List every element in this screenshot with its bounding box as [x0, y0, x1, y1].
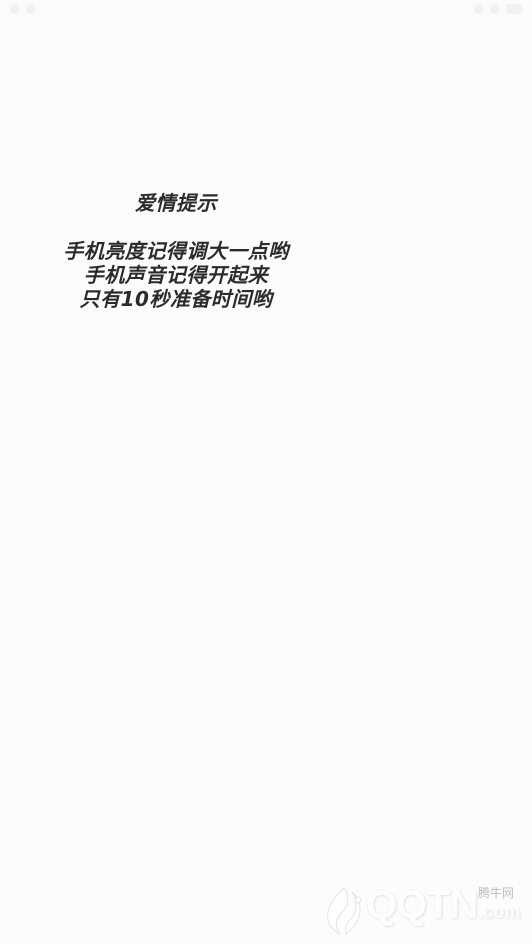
status-dot-icon [26, 4, 36, 14]
tip-line: 手机亮度记得调大一点哟 [63, 239, 289, 263]
tip-line: 只有10秒准备时间哟 [79, 287, 273, 311]
status-dot-icon [10, 4, 20, 14]
status-bar [0, 0, 532, 18]
signal-icon [474, 4, 484, 14]
tip-title: 爱情提示 [135, 191, 217, 215]
tip-line: 手机声音记得开起来 [83, 263, 269, 287]
tip-block: 爱情提示 手机亮度记得调大一点哟 手机声音记得开起来 只有10秒准备时间哟 [60, 191, 292, 311]
status-right-icons [474, 4, 522, 14]
watermark-logo-suffix: .com [478, 902, 521, 922]
watermark-logo-text: QQTN.com [366, 885, 521, 932]
watermark: 腾牛网 QQTN.com [314, 882, 524, 938]
wifi-icon [490, 4, 500, 14]
watermark-logo-main: QQTN [366, 883, 479, 927]
watermark-cn-text: 腾牛网 [477, 886, 514, 900]
qqtn-logo-icon [327, 887, 362, 935]
status-left-icons [10, 4, 36, 14]
battery-icon [506, 4, 522, 14]
